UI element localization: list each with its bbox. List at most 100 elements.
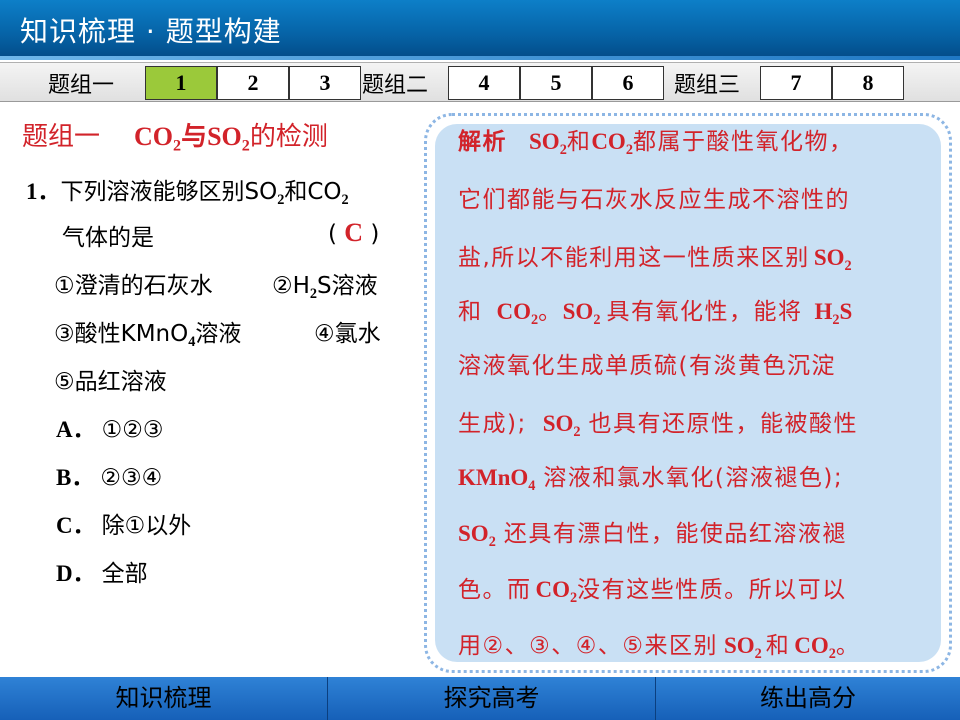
- section-title: 题组一 CO2与SO2的检测: [22, 116, 328, 155]
- question-stem: 1．下列溶液能够区别SO2和CO2: [26, 172, 349, 208]
- chem: SO: [529, 129, 560, 154]
- chem-sub: 2: [625, 141, 633, 158]
- chem: CO: [496, 299, 532, 324]
- item-1: ①澄清的石灰水: [54, 273, 213, 299]
- option-b[interactable]: B． ②③④: [56, 458, 162, 492]
- footer-explore-button[interactable]: 探究高考: [328, 677, 656, 720]
- chem: H: [814, 299, 833, 324]
- analysis-line-2: 它们都能与石灰水反应生成不溶性的: [458, 187, 850, 213]
- group-label-1: 题组一: [48, 73, 115, 98]
- tab-4[interactable]: 4: [448, 66, 520, 100]
- chem-sub: 2: [844, 257, 852, 274]
- option-text: ②③④: [100, 465, 163, 491]
- chem: CO: [535, 577, 571, 602]
- question-tab-bar: 题组一 1 2 3 题组二 4 5 6 题组三 7 8: [0, 62, 960, 102]
- tab-5[interactable]: 5: [520, 66, 592, 100]
- text: 用②、③、④、⑤来区别: [458, 633, 718, 659]
- chem-sub: 2: [559, 141, 567, 158]
- footer-nav: 知识梳理 探究高考 练出高分: [0, 677, 960, 720]
- tab-6[interactable]: 6: [592, 66, 664, 100]
- item-4: ④氯水: [314, 321, 381, 347]
- analysis-line-9: 色。而 CO2没有这些性质。所以可以: [458, 570, 847, 605]
- chem-sub: 2: [488, 533, 496, 550]
- item3-text: ③酸性KMnO: [54, 321, 189, 347]
- text: 没有这些性质。所以可以: [577, 577, 847, 603]
- option-d[interactable]: D． 全部: [56, 554, 148, 588]
- analysis-line-4: 和 CO2。SO2 具有氧化性，能将 H2S: [458, 292, 853, 328]
- section-mid: 与SO: [181, 122, 242, 151]
- text: 盐,所以不能利用这一性质来区别: [458, 245, 810, 271]
- chem: SO: [562, 299, 594, 324]
- tab-2[interactable]: 2: [217, 66, 289, 100]
- option-text: ①②③: [101, 417, 164, 443]
- chem-sub: 4: [528, 477, 536, 494]
- item-5: ⑤品红溶液: [54, 369, 167, 395]
- group-label-3: 题组三: [674, 73, 741, 98]
- section-group: 题组一: [22, 122, 101, 152]
- answer-paren: ( C ): [328, 218, 379, 248]
- option-a[interactable]: A． ①②③: [56, 410, 163, 444]
- analysis-line-6: 生成); SO2 也具有还原性，能被酸性: [458, 404, 859, 440]
- chem: SO: [723, 633, 755, 658]
- section-sub: 2: [173, 137, 182, 155]
- item-2: ②H2S溶液: [272, 266, 378, 302]
- option-text: 除①以外: [101, 513, 192, 539]
- analysis-line-1: 解析 SO2和CO2都属于酸性氧化物，: [458, 122, 854, 158]
- item3-text: 溶液: [195, 321, 242, 347]
- chem-sub: 2: [573, 423, 581, 440]
- item-3: ③酸性KMnO4溶液: [54, 314, 242, 349]
- analysis-line-7: KMnO4 溶液和氯水氧化(溶液褪色);: [458, 458, 844, 494]
- tab-1[interactable]: 1: [145, 66, 217, 100]
- header-bar: 知识梳理 · 题型构建: [0, 0, 960, 60]
- item2-sub: 2: [309, 285, 318, 302]
- stem-sub: 2: [341, 191, 349, 208]
- analysis-line-3: 盐,所以不能利用这一性质来区别 SO2: [458, 238, 852, 274]
- tab-8[interactable]: 8: [832, 66, 904, 100]
- chem: SO: [813, 245, 845, 270]
- chem: SO: [458, 521, 489, 546]
- section-chem-co: CO: [134, 122, 174, 151]
- group-label-2: 题组二: [362, 73, 429, 98]
- header-stripe: [0, 56, 960, 60]
- option-letter: A．: [56, 417, 96, 442]
- text: 。: [835, 633, 861, 659]
- chem: SO: [542, 411, 574, 436]
- chem: CO: [591, 129, 626, 154]
- chem-sub: 2: [593, 311, 601, 328]
- answer-letter: C: [344, 218, 364, 247]
- chem: CO: [794, 633, 829, 658]
- stem-text: 下列溶液能够区别SO: [60, 179, 278, 205]
- text: 。: [538, 299, 563, 325]
- text: 和: [458, 299, 483, 325]
- text: 具有氧化性，能将: [606, 299, 803, 325]
- text: 溶液和氯水氧化(溶液褪色);: [543, 465, 844, 491]
- chem-sub: 2: [754, 645, 762, 662]
- option-letter: B．: [56, 465, 95, 490]
- text: 还具有漂白性，能使品红溶液褪: [503, 521, 847, 547]
- analysis-line-10: 用②、③、④、⑤来区别 SO2 和 CO2。: [458, 626, 861, 662]
- analysis-lead: 解析: [458, 129, 507, 155]
- tab-3[interactable]: 3: [289, 66, 361, 100]
- text: 和: [566, 129, 592, 155]
- footer-practice-button[interactable]: 练出高分: [656, 677, 960, 720]
- option-letter: C．: [56, 513, 96, 538]
- item2-text: S溶液: [317, 273, 378, 299]
- section-post: 的检测: [249, 122, 328, 152]
- footer-knowledge-button[interactable]: 知识梳理: [0, 677, 328, 720]
- option-letter: D．: [56, 561, 96, 586]
- option-text: 全部: [101, 561, 148, 587]
- paren-close: ): [370, 221, 380, 247]
- item2-text: ②H: [272, 273, 310, 299]
- text: 和: [765, 633, 791, 659]
- chem: S: [839, 299, 853, 324]
- stem-text: 和CO: [284, 179, 342, 205]
- chem: KMnO: [458, 465, 529, 490]
- text: 都属于酸性氧化物，: [632, 129, 854, 155]
- paren-open: (: [328, 221, 337, 247]
- text: 也具有还原性，能被酸性: [588, 411, 859, 437]
- question-stem-line2: 气体的是: [62, 225, 154, 251]
- tab-7[interactable]: 7: [760, 66, 832, 100]
- option-c[interactable]: C． 除①以外: [56, 506, 191, 540]
- section-sub: 2: [241, 137, 250, 155]
- text: 生成);: [458, 411, 527, 437]
